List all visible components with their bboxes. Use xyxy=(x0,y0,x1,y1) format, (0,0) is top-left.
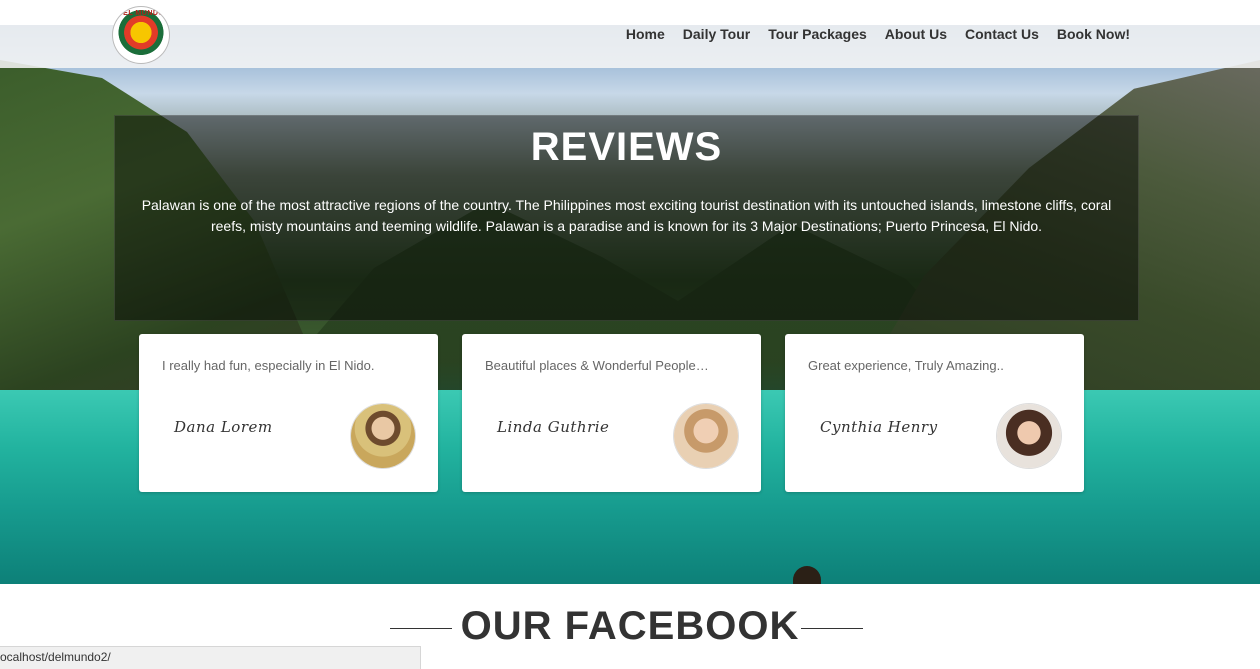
header-top-strip xyxy=(0,0,1260,25)
avatar xyxy=(997,404,1061,468)
status-url: ocalhost/delmundo2/ xyxy=(0,650,111,664)
testimonial-card: Beautiful places & Wonderful People… Lin… xyxy=(462,334,761,492)
site-header: DEL MUNDO Home Daily Tour Tour Packages … xyxy=(0,0,1260,68)
main-nav: Home Daily Tour Tour Packages About Us C… xyxy=(617,25,1139,45)
logo-text: DEL MUNDO xyxy=(117,10,165,17)
nav-home[interactable]: Home xyxy=(617,25,674,45)
facebook-title: OUR FACEBOOK xyxy=(460,604,800,648)
reviews-title: REVIEWS xyxy=(530,125,723,169)
testimonial-signature: Dana Lorem xyxy=(174,418,273,436)
reviews-panel: REVIEWS Palawan is one of the most attra… xyxy=(114,115,1139,321)
testimonial-card: Great experience, Truly Amazing.. Cynthi… xyxy=(785,334,1084,492)
nav-about-us[interactable]: About Us xyxy=(876,25,956,45)
nav-contact-us[interactable]: Contact Us xyxy=(956,25,1048,45)
testimonial-quote: Great experience, Truly Amazing.. xyxy=(808,358,1004,373)
reviews-description: Palawan is one of the most attractive re… xyxy=(141,197,1112,234)
avatar xyxy=(351,404,415,468)
testimonial-signature: Cynthia Henry xyxy=(820,418,938,436)
site-logo[interactable]: DEL MUNDO xyxy=(113,7,169,63)
testimonial-signature: Linda Guthrie xyxy=(497,418,610,436)
nav-book-now[interactable]: Book Now! xyxy=(1048,25,1139,45)
avatar xyxy=(674,404,738,468)
testimonial-card: I really had fun, especially in El Nido.… xyxy=(139,334,438,492)
browser-status-bar: ocalhost/delmundo2/ xyxy=(0,646,421,669)
testimonial-quote: I really had fun, especially in El Nido. xyxy=(162,358,375,373)
testimonial-quote: Beautiful places & Wonderful People… xyxy=(485,358,709,373)
logo-emblem-icon xyxy=(116,10,166,60)
nav-daily-tour[interactable]: Daily Tour xyxy=(674,25,759,45)
nav-tour-packages[interactable]: Tour Packages xyxy=(759,25,876,45)
